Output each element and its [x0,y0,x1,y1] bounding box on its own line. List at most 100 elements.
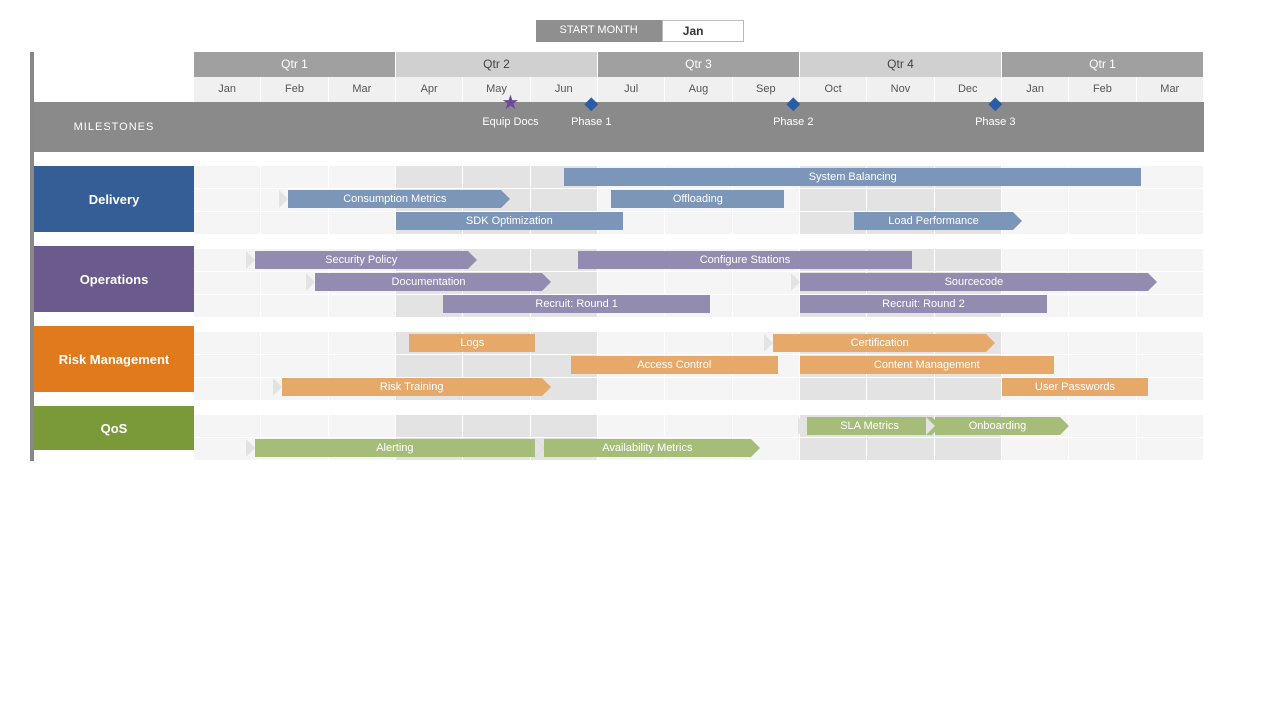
grid-cell [396,166,463,188]
grid-cell [531,415,598,437]
task-bar[interactable]: Load Performance [854,212,1013,230]
quarter-cell: Qtr 4 [800,52,1002,77]
grid-cell [800,378,867,400]
grid-cell [665,415,732,437]
grid-cell [1002,438,1069,460]
month-cell: Feb [261,77,328,102]
grid-cell [935,438,1002,460]
quarter-row: Qtr 1Qtr 2Qtr 3Qtr 4Qtr 1 [194,52,1204,77]
task-bar[interactable]: Certification [773,334,986,352]
diamond-icon: ◆ [786,94,800,112]
month-cell: Mar [1137,77,1204,102]
task-bar[interactable]: Onboarding [935,417,1061,435]
grid-cell [194,378,261,400]
milestones-label: MILESTONES [34,102,194,152]
grid-cell [598,415,665,437]
lane: Security Policy Configure Stations Documen… [194,249,1204,318]
grid-cell [194,166,261,188]
task-label: Consumption Metrics [343,193,446,205]
task-bar[interactable]: SLA Metrics [807,417,933,435]
milestone-label: Phase 3 [975,116,1015,128]
lane: SLA Metrics Onboarding Alerting Availabilit… [194,415,1204,461]
month-row: JanFebMarAprMayJunJulAugSepOctNovDecJanF… [194,77,1204,102]
grid-cell [935,378,1002,400]
task-bar[interactable]: Offloading [611,190,784,208]
star-icon: ★ [501,94,519,112]
month-cell: Jan [1002,77,1069,102]
lane: Logs Certification Access Control Content M… [194,332,1204,401]
task-bar[interactable]: Sourcecode [800,273,1148,291]
quarter-cell: Qtr 2 [396,52,598,77]
grid-cell [1069,249,1136,271]
grid-cell [329,295,396,317]
task-bar[interactable]: Documentation [315,273,542,291]
grid-cell [194,415,261,437]
task-bar[interactable]: Configure Stations [578,251,912,269]
task-bar[interactable]: Risk Training [282,378,542,396]
month-cell: May [463,77,530,102]
grid-cell [329,355,396,377]
task-label: Load Performance [888,215,979,227]
task-bar[interactable]: Alerting [255,439,536,457]
grid-cell [261,212,328,234]
grid-cell [1137,415,1204,437]
grid-cell [935,249,1002,271]
task-bar[interactable]: Consumption Metrics [288,190,501,208]
task-label: Offloading [673,193,723,205]
start-month-row: START MONTH Jan [30,20,1250,42]
grid-cell [733,415,800,437]
start-month-input[interactable]: Jan [662,20,745,42]
task-label: Documentation [392,276,466,288]
lane-title: QoS [34,406,194,450]
task-label: Onboarding [969,420,1027,432]
milestone-label: Equip Docs [482,116,538,128]
grid-cell [396,415,463,437]
task-bar[interactable]: Recruit: Round 2 [800,295,1047,313]
month-cell: Oct [800,77,867,102]
grid-cell [194,355,261,377]
task-label: Certification [851,337,909,349]
task-label: SDK Optimization [466,215,553,227]
grid-cell [665,212,732,234]
quarter-cell: Qtr 1 [194,52,396,77]
task-label: Alerting [376,442,413,454]
task-bar[interactable]: Content Management [800,356,1054,374]
grid-cell [463,166,530,188]
task-label: Security Policy [325,254,397,266]
task-bar[interactable]: Security Policy [255,251,468,269]
month-cell: Aug [665,77,732,102]
grid-cell [1002,249,1069,271]
task-label: Recruit: Round 1 [535,298,618,310]
grid-cell [329,415,396,437]
task-bar[interactable]: Logs [409,334,535,352]
grid-cell [1137,166,1204,188]
grid-cell [598,272,665,294]
task-label: Logs [460,337,484,349]
task-bar[interactable]: Recruit: Round 1 [443,295,710,313]
task-label: System Balancing [809,171,897,183]
task-label: Sourcecode [945,276,1004,288]
lane-row [194,332,1204,355]
right-column: Qtr 1Qtr 2Qtr 3Qtr 4Qtr 1 JanFebMarAprMa… [194,52,1204,461]
grid-cell [261,415,328,437]
lane-title: Delivery [34,166,194,232]
grid-cell [800,438,867,460]
lane-title: Operations [34,246,194,312]
milestone-label: Phase 2 [773,116,813,128]
grid-cell [1069,415,1136,437]
task-bar[interactable]: System Balancing [564,168,1141,186]
task-bar[interactable]: Access Control [571,356,777,374]
task-bar[interactable]: Availability Metrics [544,439,750,457]
grid-cell [194,295,261,317]
grid-cell [396,355,463,377]
grid-cell [463,415,530,437]
task-label: Recruit: Round 2 [882,298,965,310]
grid-cell [1002,189,1069,211]
grid-cell [598,332,665,354]
month-cell: Jul [598,77,665,102]
task-bar[interactable]: SDK Optimization [396,212,623,230]
timeline-header: Qtr 1Qtr 2Qtr 3Qtr 4Qtr 1 JanFebMarAprMa… [194,52,1204,102]
task-label: SLA Metrics [840,420,899,432]
grid-cell [194,272,261,294]
task-bar[interactable]: User Passwords [1002,378,1148,396]
